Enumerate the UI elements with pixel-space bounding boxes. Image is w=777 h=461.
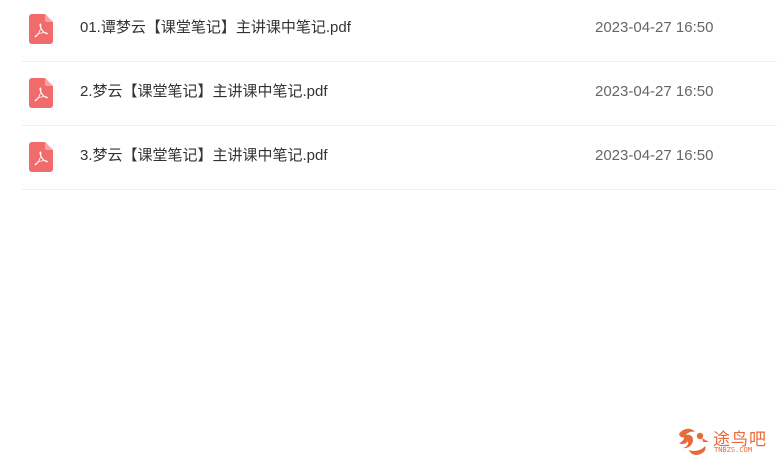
pdf-file-icon [29, 142, 53, 172]
file-name[interactable]: 2.梦云【课堂笔记】主讲课中笔记.pdf [80, 82, 328, 102]
file-list: 01.谭梦云【课堂笔记】主讲课中笔记.pdf 2023-04-27 16:50 … [22, 0, 777, 190]
file-row[interactable]: 2.梦云【课堂笔记】主讲课中笔记.pdf 2023-04-27 16:50 [22, 62, 777, 126]
file-date: 2023-04-27 16:50 [595, 147, 714, 164]
watermark-subtext: TNBZS.COM [714, 446, 752, 454]
pdf-file-icon [29, 14, 53, 44]
file-name[interactable]: 3.梦云【课堂笔记】主讲课中笔记.pdf [80, 146, 328, 166]
pdf-file-icon [29, 78, 53, 108]
bird-logo-icon [679, 428, 709, 455]
file-row[interactable]: 3.梦云【课堂笔记】主讲课中笔记.pdf 2023-04-27 16:50 [22, 126, 777, 190]
file-date: 2023-04-27 16:50 [595, 83, 714, 100]
file-name[interactable]: 01.谭梦云【课堂笔记】主讲课中笔记.pdf [80, 18, 351, 38]
watermark: 途鸟吧 TNBZS.COM [675, 422, 775, 458]
file-row[interactable]: 01.谭梦云【课堂笔记】主讲课中笔记.pdf 2023-04-27 16:50 [22, 0, 777, 62]
file-date: 2023-04-27 16:50 [595, 19, 714, 36]
